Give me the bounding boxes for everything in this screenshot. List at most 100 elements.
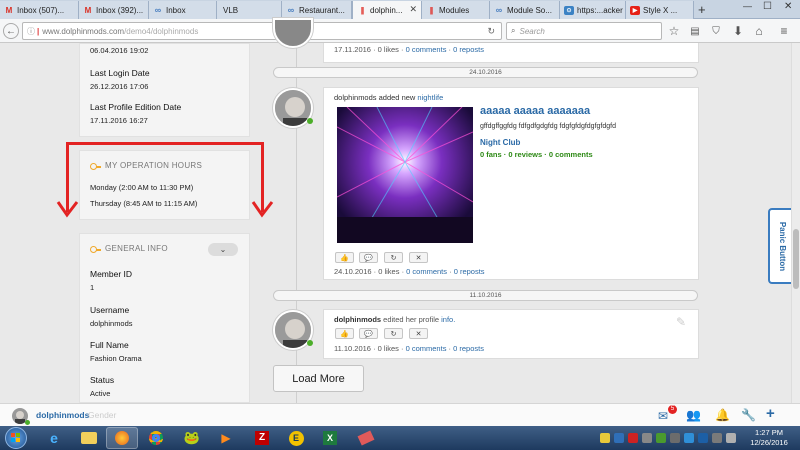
- comments-link[interactable]: 0 comments: [406, 344, 447, 353]
- repost-button[interactable]: ↻: [384, 252, 403, 263]
- remove-button[interactable]: ✕: [409, 252, 428, 263]
- menu-icon[interactable]: ≡: [777, 22, 791, 40]
- tray-security-icon[interactable]: [656, 433, 666, 443]
- url-bar[interactable]: ⓘ | www.dolphinmods.com/demo4/dolphinmod…: [22, 22, 502, 40]
- tab-inbox[interactable]: ∞ Inbox: [149, 1, 217, 19]
- category-link[interactable]: Night Club: [480, 138, 520, 147]
- back-arrow-icon[interactable]: ←: [3, 23, 19, 39]
- reposts-link[interactable]: 0 reposts: [453, 344, 484, 353]
- tab-module-so[interactable]: ∞ Module So...: [490, 1, 560, 19]
- annotation-right-arrowhead-icon: [251, 201, 274, 218]
- tab-https-tracker[interactable]: ⊙ https:...acker: [560, 1, 626, 19]
- clock-time: 1:27 PM: [755, 428, 783, 437]
- member-subtitle: Gender: [88, 410, 117, 420]
- collapse-toggle-button[interactable]: ⌄: [208, 243, 238, 256]
- firefox-taskbar-icon[interactable]: [106, 427, 138, 449]
- scrollbar-thumb[interactable]: [793, 229, 799, 289]
- comment-button[interactable]: 💬: [359, 328, 378, 339]
- reload-icon[interactable]: ↻: [487, 26, 495, 37]
- comment-icon: 💬: [364, 330, 373, 338]
- tab-inbox-gmail-1[interactable]: M Inbox (507)...: [0, 1, 79, 19]
- eraser-app-taskbar-icon[interactable]: [350, 427, 382, 449]
- scrollbar[interactable]: [791, 43, 800, 403]
- remove-button[interactable]: ✕: [409, 328, 428, 339]
- username-label: Username: [90, 305, 130, 315]
- last-login-label: Last Login Date: [90, 68, 150, 78]
- close-icon: ✕: [415, 330, 422, 338]
- profile-dates-card: 06.04.2016 19:02 Last Login Date 26.12.2…: [79, 43, 250, 137]
- notifications-bell-icon[interactable]: 🔔: [715, 408, 730, 422]
- author-name[interactable]: dolphinmods: [334, 93, 377, 102]
- close-tab-icon[interactable]: ✕: [409, 4, 417, 15]
- comment-button[interactable]: 💬: [359, 252, 378, 263]
- online-status-icon: [307, 340, 313, 346]
- member-username[interactable]: dolphinmods: [36, 410, 89, 420]
- tab-vlb[interactable]: VLB: [217, 1, 282, 19]
- comments-link[interactable]: 0 comments: [406, 45, 447, 54]
- friends-icon[interactable]: 👥: [686, 408, 701, 422]
- general-info-card: GENERAL INFO ⌄ Member ID 1 Username dolp…: [79, 233, 250, 403]
- info-link[interactable]: info.: [441, 315, 455, 324]
- home-icon[interactable]: ⌂: [752, 22, 766, 40]
- editor-taskbar-icon[interactable]: E: [280, 427, 312, 449]
- reposts-link[interactable]: 0 reposts: [454, 267, 485, 276]
- mail-icon[interactable]: ✉: [658, 409, 668, 423]
- tray-monitor-icon[interactable]: [670, 433, 680, 443]
- bars-icon: ||: [429, 5, 433, 15]
- tray-volume-icon[interactable]: [726, 433, 736, 443]
- internet-explorer-taskbar-icon[interactable]: e: [38, 427, 70, 449]
- start-button[interactable]: [5, 427, 27, 449]
- load-more-button[interactable]: Load More: [273, 365, 364, 392]
- author-name[interactable]: dolphinmods: [334, 315, 381, 324]
- chrome-taskbar-icon[interactable]: [140, 427, 172, 449]
- like-button[interactable]: 👍: [335, 328, 354, 339]
- media-player-taskbar-icon[interactable]: ▶: [210, 427, 242, 449]
- avatar: [273, 18, 313, 48]
- taskbar-clock[interactable]: 1:27 PM 12/26/2016: [745, 428, 793, 448]
- pocket-icon[interactable]: ⛉: [709, 22, 723, 40]
- tray-pdf-icon[interactable]: [628, 433, 638, 443]
- edit-icon[interactable]: ✎: [676, 315, 686, 329]
- reposts-link[interactable]: 0 reposts: [453, 45, 484, 54]
- tray-app-icon[interactable]: [600, 433, 610, 443]
- bookmark-star-icon[interactable]: ☆: [667, 22, 681, 40]
- tab-dolphin-active[interactable]: || dolphin... ✕: [352, 1, 422, 20]
- member-id-label: Member ID: [90, 269, 133, 279]
- filezilla-taskbar-icon[interactable]: Z: [246, 427, 278, 449]
- tab-inbox-gmail-2[interactable]: M Inbox (392)...: [79, 1, 149, 19]
- add-plus-icon[interactable]: +: [766, 405, 775, 422]
- minimize-icon[interactable]: —: [743, 1, 752, 11]
- tab-style-x[interactable]: ▶ Style X ...: [626, 1, 694, 19]
- tray-bluetooth-icon[interactable]: [614, 433, 624, 443]
- timeline-date-divider: 11.10.2016: [273, 290, 698, 301]
- reading-list-icon[interactable]: ▤: [688, 22, 702, 40]
- repost-button[interactable]: ↻: [384, 328, 403, 339]
- file-explorer-taskbar-icon[interactable]: [73, 427, 105, 449]
- close-window-icon[interactable]: ✕: [784, 1, 792, 12]
- tray-cloud-icon[interactable]: [684, 433, 694, 443]
- search-input[interactable]: ⌕ Search: [506, 22, 662, 40]
- tray-flag-icon[interactable]: [698, 433, 708, 443]
- comments-link[interactable]: 0 comments: [406, 267, 447, 276]
- hours-monday: Monday (2:00 AM to 11:30 PM): [90, 183, 194, 192]
- frog-app-taskbar-icon[interactable]: 🐸: [176, 427, 208, 449]
- nightlife-link[interactable]: nightlife: [417, 93, 443, 102]
- tab-restaurant[interactable]: ∞ Restaurant...: [282, 1, 352, 19]
- ext-icon: ⊙: [564, 5, 574, 15]
- key-icon: [90, 162, 101, 170]
- download-icon[interactable]: ⬇: [731, 22, 745, 40]
- tray-signal-icon[interactable]: [712, 433, 722, 443]
- nightclub-photo-icon: [337, 107, 473, 243]
- username-value: dolphinmods: [90, 319, 133, 328]
- nightlife-image[interactable]: [337, 107, 473, 243]
- excel-taskbar-icon[interactable]: X: [314, 427, 346, 449]
- last-login-value: 26.12.2016 17:06: [90, 82, 149, 91]
- post-title[interactable]: aaaaa aaaaa aaaaaaa: [480, 105, 590, 117]
- tray-network-icon[interactable]: [642, 433, 652, 443]
- like-button[interactable]: 👍: [335, 252, 354, 263]
- settings-wrench-icon[interactable]: 🔧: [741, 408, 756, 422]
- new-tab-button[interactable]: +: [698, 2, 706, 17]
- tab-modules[interactable]: || Modules: [422, 1, 490, 19]
- browser-tab-strip: M Inbox (507)... M Inbox (392)... ∞ Inbox V…: [0, 0, 800, 20]
- maximize-icon[interactable]: ☐: [763, 1, 772, 12]
